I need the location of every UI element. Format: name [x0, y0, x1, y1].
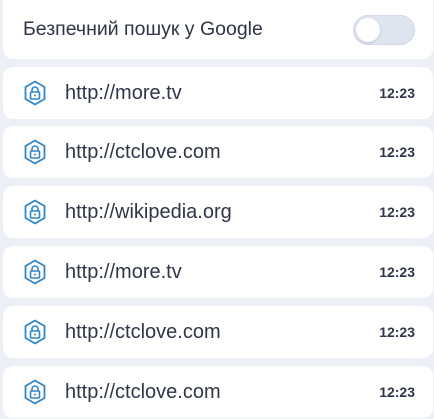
history-item[interactable]: http://ctclove.com 12:23: [3, 366, 433, 418]
history-time: 12:23: [379, 204, 415, 220]
history-url: http://ctclove.com: [65, 140, 221, 163]
history-item[interactable]: http://ctclove.com 12:23: [3, 306, 433, 358]
shield-lock-icon: [23, 319, 47, 345]
shield-lock-icon: [23, 139, 47, 165]
history-item[interactable]: http://ctclove.com 12:23: [3, 126, 433, 178]
history-time: 12:23: [379, 324, 415, 340]
history-url: http://ctclove.com: [65, 380, 221, 403]
shield-lock-icon: [23, 199, 47, 225]
safe-search-row: Безпечний пошук у Google: [3, 0, 433, 59]
history-url: http://wikipedia.org: [65, 200, 232, 223]
safe-search-toggle[interactable]: [353, 14, 415, 45]
history-item[interactable]: http://wikipedia.org 12:23: [3, 186, 433, 238]
history-url: http://more.tv: [65, 260, 182, 283]
shield-lock-icon: [23, 80, 47, 106]
history-time: 12:23: [379, 144, 415, 160]
history-panel: Безпечний пошук у Google http://more.tv …: [0, 0, 434, 419]
history-url: http://more.tv: [65, 81, 182, 104]
shield-lock-icon: [23, 259, 47, 285]
history-url: http://ctclove.com: [65, 320, 221, 343]
safe-search-label: Безпечний пошук у Google: [23, 18, 263, 40]
history-time: 12:23: [379, 85, 415, 101]
history-item[interactable]: http://more.tv 12:23: [3, 246, 433, 298]
shield-lock-icon: [23, 379, 47, 405]
history-time: 12:23: [379, 384, 415, 400]
history-item[interactable]: http://more.tv 12:23: [3, 67, 433, 119]
toggle-knob: [356, 17, 380, 42]
history-time: 12:23: [379, 264, 415, 280]
